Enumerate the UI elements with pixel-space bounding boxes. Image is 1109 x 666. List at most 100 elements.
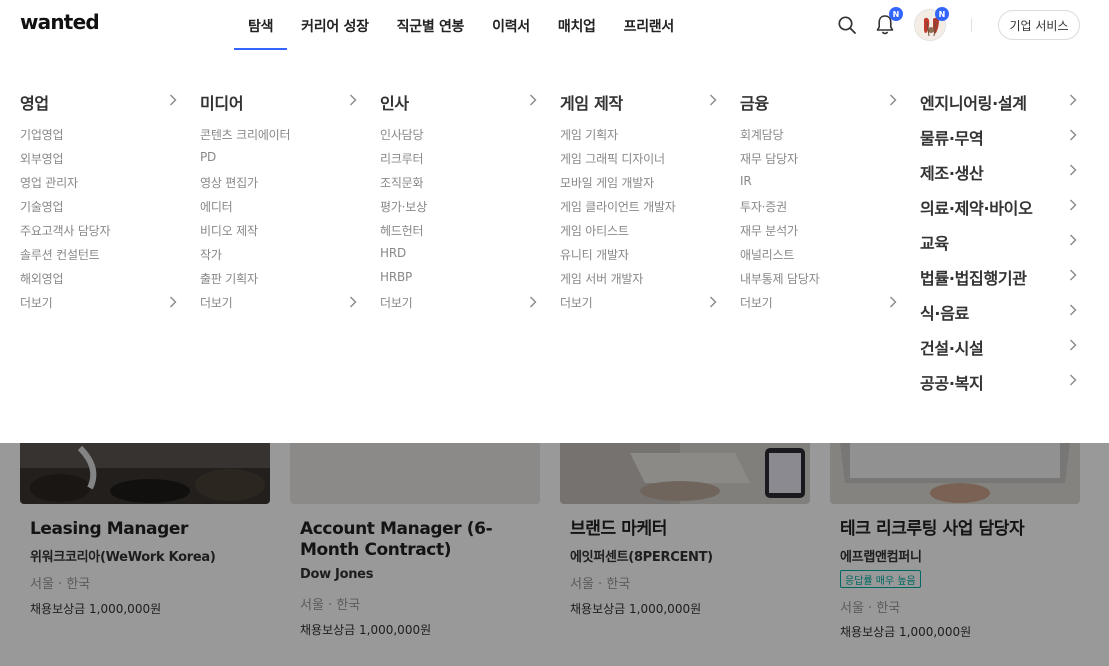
category-label: 게임 제작 (560, 94, 623, 113)
category-title[interactable]: 금융 (740, 90, 900, 113)
job-thumbnail (290, 443, 540, 504)
category-title[interactable]: 미디어 (200, 90, 360, 113)
category-title[interactable]: 제조·생산 (920, 160, 1080, 183)
nav-salary[interactable]: 직군별 연봉 (383, 0, 478, 50)
chevron-right-icon (890, 94, 897, 106)
category-title[interactable]: 게임 제작 (560, 90, 720, 113)
company-name: 에잇퍼센트(8PERCENT) (570, 550, 713, 565)
more-link[interactable]: 더보기 (200, 294, 360, 318)
job-location: 서울 · 한국 (840, 601, 901, 616)
sub-category-item[interactable]: 해외영업 (20, 270, 180, 294)
chevron-right-icon (1070, 164, 1077, 176)
more-label: 더보기 (380, 296, 413, 310)
category-title[interactable]: 건설·시설 (920, 335, 1080, 358)
chevron-right-icon (710, 296, 717, 308)
chevron-right-icon (530, 94, 537, 106)
category-label: 미디어 (200, 94, 244, 113)
sub-category-item[interactable]: 리크루터 (380, 150, 540, 174)
menu-column-other-categories: 엔지니어링·설계 물류·무역 제조·생산 의료·제약·바이오 교육 법률·법집행… (920, 90, 1080, 405)
category-title[interactable]: 의료·제약·바이오 (920, 195, 1080, 218)
sub-category-item[interactable]: 게임 클라이언트 개발자 (560, 198, 720, 222)
sub-category-item[interactable]: HRBP (380, 270, 540, 294)
more-link[interactable]: 더보기 (20, 294, 180, 318)
nav-matchup[interactable]: 매치업 (544, 0, 610, 50)
category-title[interactable]: 교육 (920, 230, 1080, 253)
category-title[interactable]: 식·음료 (920, 300, 1080, 323)
sub-category-item[interactable]: 투자·증권 (740, 198, 900, 222)
sub-category-item[interactable]: 영업 관리자 (20, 174, 180, 198)
chevron-right-icon (1070, 339, 1077, 351)
wanted-logo[interactable]: wanted (20, 10, 100, 34)
sub-category-item[interactable]: 주요고객사 담당자 (20, 222, 180, 246)
search-icon[interactable] (837, 15, 857, 35)
job-location: 서울 · 한국 (570, 577, 631, 592)
sub-category-item[interactable]: 에디터 (200, 198, 360, 222)
category-label: 엔지니어링·설계 (920, 94, 1027, 113)
job-title: Account Manager (6-Month Contract) (300, 519, 493, 560)
nav-resume[interactable]: 이력서 (478, 0, 544, 50)
sub-category-item[interactable]: 비디오 제작 (200, 222, 360, 246)
menu-column-sales: 영업 기업영업 외부영업 영업 관리자 기술영업 주요고객사 담당자 솔루션 컨… (20, 90, 180, 318)
referral-reward: 채용보상금 1,000,000원 (30, 602, 162, 616)
sub-category-item[interactable]: 조직문화 (380, 174, 540, 198)
category-label: 교육 (920, 234, 949, 253)
nav-freelancer[interactable]: 프리랜서 (610, 0, 688, 50)
sub-category-item[interactable]: 재무 분석가 (740, 222, 900, 246)
category-title[interactable]: 영업 (20, 90, 180, 113)
referral-reward: 채용보상금 1,000,000원 (570, 602, 702, 616)
more-label: 더보기 (20, 296, 53, 310)
chevron-right-icon (170, 94, 177, 106)
sub-category-item[interactable]: 평가·보상 (380, 198, 540, 222)
sub-category-item[interactable]: 헤드헌터 (380, 222, 540, 246)
sub-category-item[interactable]: PD (200, 150, 360, 174)
corporate-service-button[interactable]: 기업 서비스 (998, 10, 1080, 40)
category-title[interactable]: 공공·복지 (920, 370, 1080, 393)
chevron-right-icon (1070, 269, 1077, 281)
category-label: 법률·법집행기관 (920, 269, 1027, 288)
header-divider (971, 18, 972, 32)
sub-category-item[interactable]: 솔루션 컨설턴트 (20, 246, 180, 270)
more-link[interactable]: 더보기 (740, 294, 900, 318)
sub-category-item[interactable]: 기술영업 (20, 198, 180, 222)
nav-explore[interactable]: 탐색 (234, 0, 288, 50)
category-label: 의료·제약·바이오 (920, 199, 1033, 218)
sub-category-item[interactable]: 외부영업 (20, 150, 180, 174)
category-label: 인사 (380, 94, 409, 113)
job-list: Leasing Manager 위워크코리아(WeWork Korea) 서울 … (0, 443, 1109, 666)
sub-category-item[interactable]: 유니티 개발자 (560, 246, 720, 270)
sub-category-item[interactable]: 작가 (200, 246, 360, 270)
more-link[interactable]: 더보기 (560, 294, 720, 318)
category-label: 공공·복지 (920, 374, 984, 393)
more-link[interactable]: 더보기 (380, 294, 540, 318)
category-title[interactable]: 인사 (380, 90, 540, 113)
sub-category-item[interactable]: 콘텐츠 크리에이터 (200, 126, 360, 150)
sub-category-item[interactable]: 게임 아티스트 (560, 222, 720, 246)
job-title: Leasing Manager (30, 519, 189, 539)
sub-category-item[interactable]: 게임 기획자 (560, 126, 720, 150)
sub-category-item[interactable]: 기업영업 (20, 126, 180, 150)
sub-category-item[interactable]: 인사담당 (380, 126, 540, 150)
category-title[interactable]: 엔지니어링·설계 (920, 90, 1080, 113)
chevron-right-icon (1070, 129, 1077, 141)
category-title[interactable]: 법률·법집행기관 (920, 265, 1080, 288)
sub-category-item[interactable]: 회계담당 (740, 126, 900, 150)
category-label: 건설·시설 (920, 339, 984, 358)
more-label: 더보기 (740, 296, 773, 310)
nav-career-growth[interactable]: 커리어 성장 (287, 0, 382, 50)
sub-category-item[interactable]: 출판 기획자 (200, 270, 360, 294)
sub-category-item[interactable]: 게임 서버 개발자 (560, 270, 720, 294)
sub-category-item[interactable]: 모바일 게임 개발자 (560, 174, 720, 198)
sub-category-item[interactable]: 재무 담당자 (740, 150, 900, 174)
sub-category-item[interactable]: HRD (380, 246, 540, 270)
sub-category-item[interactable]: IR (740, 174, 900, 198)
sub-category-item[interactable]: 애널리스트 (740, 246, 900, 270)
chevron-right-icon (1070, 304, 1077, 316)
menu-column-hr: 인사 인사담당 리크루터 조직문화 평가·보상 헤드헌터 HRD HRBP 더보… (380, 90, 540, 318)
category-title[interactable]: 물류·무역 (920, 125, 1080, 148)
menu-column-finance: 금융 회계담당 재무 담당자 IR 투자·증권 재무 분석가 애널리스트 내부통… (740, 90, 900, 318)
chevron-right-icon (1070, 94, 1077, 106)
sub-category-item[interactable]: 내부통제 담당자 (740, 270, 900, 294)
category-label: 영업 (20, 94, 49, 113)
sub-category-item[interactable]: 게임 그래픽 디자이너 (560, 150, 720, 174)
sub-category-item[interactable]: 영상 편집가 (200, 174, 360, 198)
